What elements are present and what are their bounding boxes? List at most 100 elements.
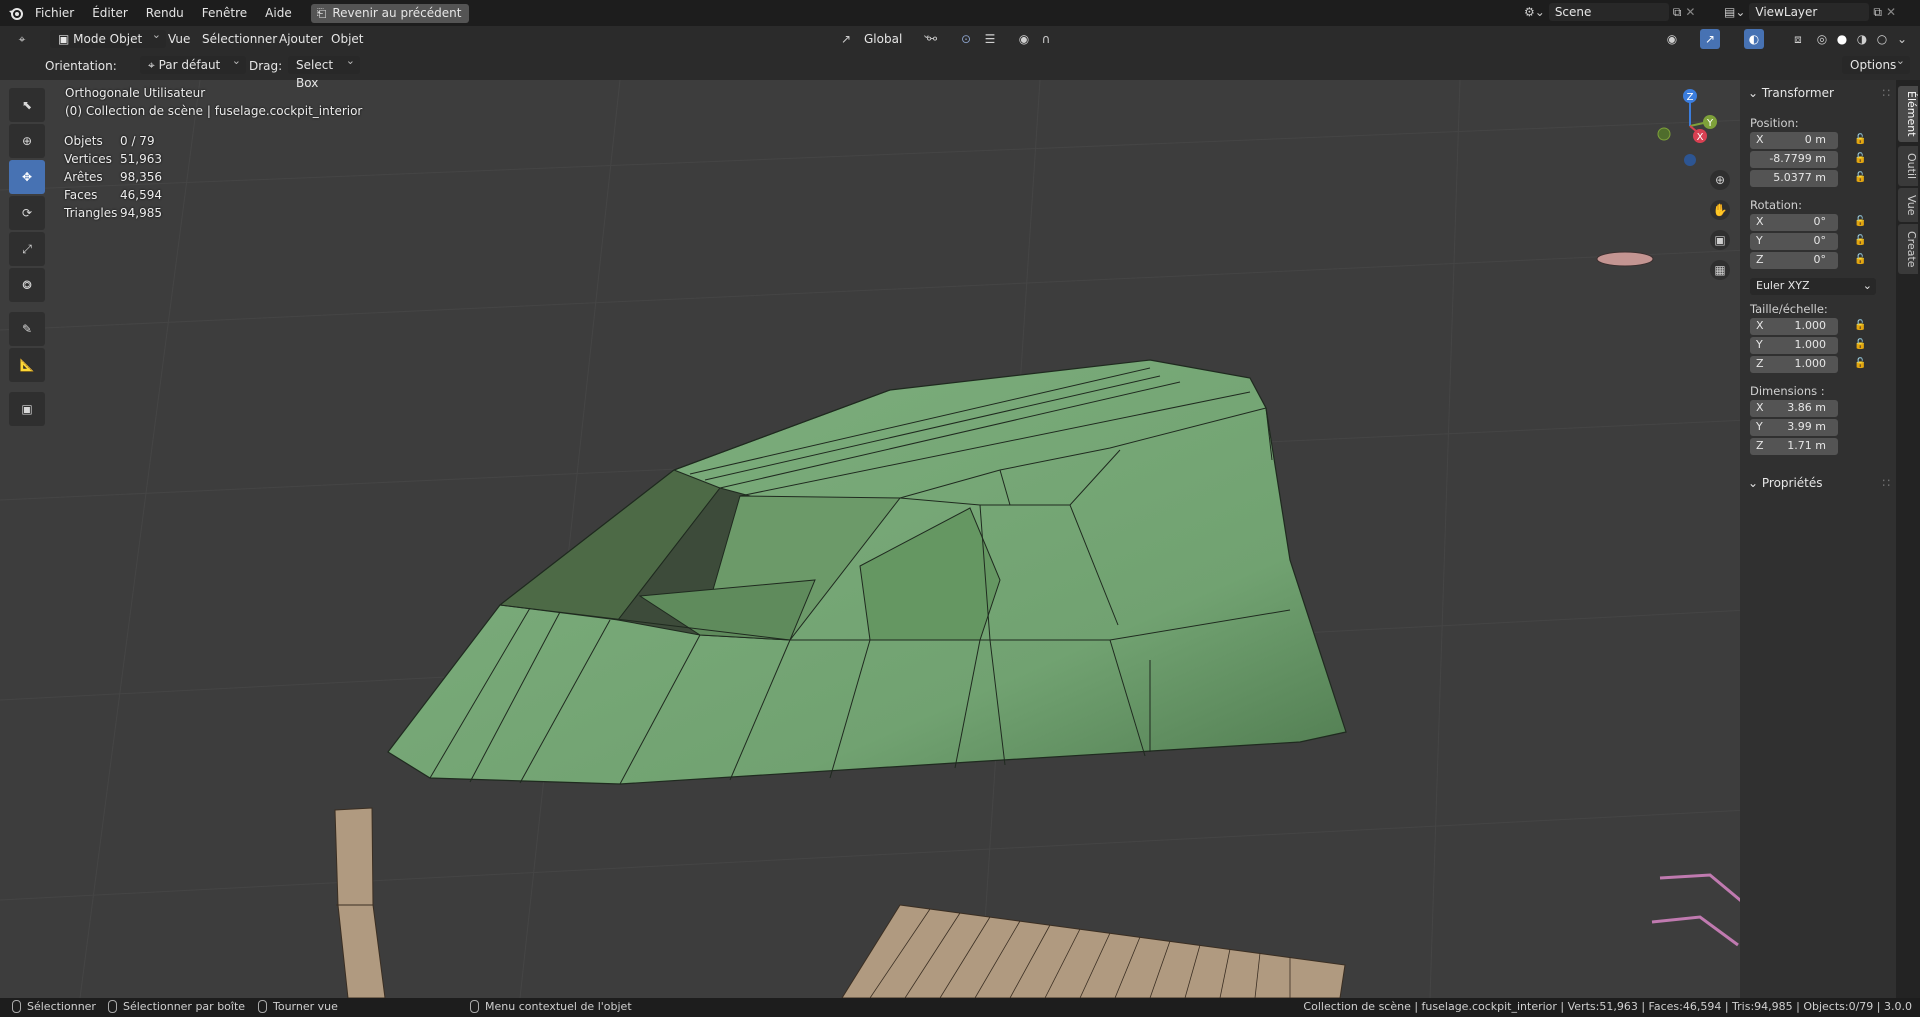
measure-tool[interactable]: 📐 <box>9 348 45 382</box>
blender-logo-icon[interactable] <box>6 3 26 23</box>
orientation-dropdown[interactable]: ⌖ Par défaut <box>140 52 246 74</box>
cursor-icon: ⊕ <box>21 134 33 148</box>
status-context-label: Menu contextuel de l'objet <box>485 1000 632 1013</box>
pan-hand-icon[interactable]: ✋ <box>1710 200 1730 220</box>
status-select-label: Sélectionner <box>27 1000 96 1013</box>
pink-wire-objects[interactable] <box>1651 873 1747 947</box>
select-box-tool[interactable]: ⬉ <box>9 88 45 122</box>
options-dropdown[interactable]: Options <box>1842 52 1910 74</box>
wood-floor-panel[interactable] <box>841 904 1346 998</box>
rotation-z-field[interactable]: Z 0° <box>1750 252 1838 269</box>
menu-objet[interactable]: Objet <box>331 26 363 52</box>
xray-toggle-icon[interactable]: ⧈ <box>1788 29 1808 49</box>
shading-options-icon[interactable]: ⌄ <box>1892 29 1912 49</box>
visibility-icon[interactable]: ◉ <box>1662 29 1682 49</box>
solid-shading-icon[interactable]: ● <box>1832 29 1852 49</box>
cockpit-mesh[interactable] <box>387 359 1347 785</box>
scale-z-field[interactable]: Z 1.000 <box>1750 356 1838 373</box>
properties-panel-header[interactable]: ⌄ Propriétés <box>1748 476 1823 490</box>
proportional-editing-icon[interactable]: ◉ <box>1014 29 1034 49</box>
rotation-y-field[interactable]: Y 0° <box>1750 233 1838 250</box>
transform-panel-header[interactable]: ⌄ Transformer <box>1748 86 1834 100</box>
tab-outil[interactable]: Outil <box>1898 146 1918 186</box>
rotation-x-field[interactable]: X 0° <box>1750 214 1838 231</box>
wood-post[interactable] <box>334 807 386 998</box>
overlays-toggle-icon[interactable]: ◐ <box>1744 29 1764 49</box>
lock-icon[interactable]: 🔓 <box>1854 358 1866 370</box>
lock-icon[interactable]: 🔓 <box>1854 153 1866 165</box>
field-value: 3.86 m <box>1787 401 1826 414</box>
editor-type-icon[interactable]: ⌖ <box>12 29 32 49</box>
falloff-icon[interactable]: ∩ <box>1036 29 1056 49</box>
pivot-icon[interactable]: ⚯ <box>922 29 942 49</box>
transform-tool[interactable]: ⭗ <box>9 268 45 302</box>
drag-handle-icon[interactable]: ∷ <box>1882 86 1890 100</box>
menu-editer[interactable]: Éditer <box>83 0 137 26</box>
revert-button[interactable]: ⎗ Revenir au précédent <box>310 3 470 23</box>
lock-icon[interactable]: 🔓 <box>1854 216 1866 228</box>
drag-dropdown[interactable]: Select Box <box>288 52 360 90</box>
dimension-y-field[interactable]: Y 3.99 m <box>1750 419 1838 436</box>
menu-rendu[interactable]: Rendu <box>137 0 193 26</box>
rendered-shading-icon[interactable]: ○ <box>1872 29 1892 49</box>
wireframe-shading-icon[interactable]: ◎ <box>1812 29 1832 49</box>
viewlayer-name-field[interactable]: ViewLayer <box>1749 3 1870 21</box>
lock-icon[interactable]: 🔓 <box>1854 172 1866 184</box>
snap-icon[interactable]: ⊙ <box>956 29 976 49</box>
tab-create[interactable]: Create <box>1898 224 1918 274</box>
gizmo-neg-y-icon[interactable] <box>1657 127 1671 141</box>
scene-browse-icon[interactable]: ⚙⌄ <box>1524 5 1545 19</box>
scale-tool[interactable]: ⤢ <box>9 232 45 266</box>
camera-view-icon[interactable]: ▣ <box>1710 230 1730 250</box>
position-x-field[interactable]: X 0 m <box>1750 132 1838 149</box>
lock-icon[interactable]: 🔓 <box>1854 320 1866 332</box>
ortho-grid-icon[interactable]: ▦ <box>1710 260 1730 280</box>
position-y-field[interactable]: -8.7799 m <box>1750 151 1838 168</box>
scene-new-icon[interactable]: ⧉ <box>1673 5 1682 20</box>
scene-close-icon[interactable]: ✕ <box>1685 5 1695 19</box>
zoom-icon[interactable]: ⊕ <box>1710 170 1730 190</box>
lock-icon[interactable]: 🔓 <box>1854 339 1866 351</box>
menu-aide[interactable]: Aide <box>256 0 301 26</box>
lock-icon[interactable]: 🔓 <box>1854 254 1866 266</box>
snap-increment-icon[interactable]: ☰ <box>980 29 1000 49</box>
viewlayer-browse-icon[interactable]: ▤⌄ <box>1724 5 1745 19</box>
dimension-x-field[interactable]: X 3.86 m <box>1750 400 1838 417</box>
position-label: Position: <box>1750 116 1799 130</box>
material-shading-icon[interactable]: ◑ <box>1852 29 1872 49</box>
cursor-tool[interactable]: ⊕ <box>9 124 45 158</box>
field-value: 1.71 m <box>1787 439 1826 452</box>
add-cube-tool[interactable]: ▣ <box>9 392 45 426</box>
dimension-z-field[interactable]: Z 1.71 m <box>1750 438 1838 455</box>
mouse-middle-icon <box>258 1000 267 1013</box>
scale-x-field[interactable]: X 1.000 <box>1750 318 1838 335</box>
stat-label: Arêtes <box>64 170 103 184</box>
scale-y-field[interactable]: Y 1.000 <box>1750 337 1838 354</box>
rotate-tool[interactable]: ⟳ <box>9 196 45 230</box>
tab-element[interactable]: Élément <box>1898 86 1918 142</box>
field-value: 1.000 <box>1794 357 1827 370</box>
drag-handle-icon[interactable]: ∷ <box>1882 476 1890 490</box>
viewlayer-new-icon[interactable]: ⧉ <box>1873 5 1882 20</box>
menu-fichier[interactable]: Fichier <box>26 0 83 26</box>
lock-icon[interactable]: 🔓 <box>1854 134 1866 146</box>
menu-ajouter[interactable]: Ajouter <box>279 26 323 52</box>
annotate-tool[interactable]: ✎ <box>9 312 45 346</box>
menu-selectionner[interactable]: Sélectionner <box>202 26 277 52</box>
gizmo-neg-z-icon[interactable] <box>1684 154 1696 166</box>
lock-icon[interactable]: 🔓 <box>1854 235 1866 247</box>
3d-viewport[interactable]: Orthogonale Utilisateur (0) Collection d… <box>0 80 1748 998</box>
navigation-gizmo[interactable]: Z Y X <box>1650 86 1730 166</box>
menu-fenetre[interactable]: Fenêtre <box>193 0 256 26</box>
rotation-mode-dropdown[interactable]: Euler XYZ ⌄ <box>1750 278 1876 295</box>
tab-vue[interactable]: Vue <box>1898 188 1918 222</box>
position-z-field[interactable]: 5.0377 m <box>1750 170 1838 187</box>
drag-label: Drag: <box>249 59 283 73</box>
move-tool[interactable]: ✥ <box>9 160 45 194</box>
scene-name-field[interactable]: Scene <box>1548 3 1669 21</box>
gizmo-toggle-icon[interactable]: ↗ <box>1700 29 1720 49</box>
small-disk-object[interactable] <box>1596 251 1654 267</box>
menu-vue[interactable]: Vue <box>168 26 190 52</box>
mode-dropdown[interactable]: ▣ Mode Objet <box>50 26 166 48</box>
viewlayer-close-icon[interactable]: ✕ <box>1886 5 1896 19</box>
